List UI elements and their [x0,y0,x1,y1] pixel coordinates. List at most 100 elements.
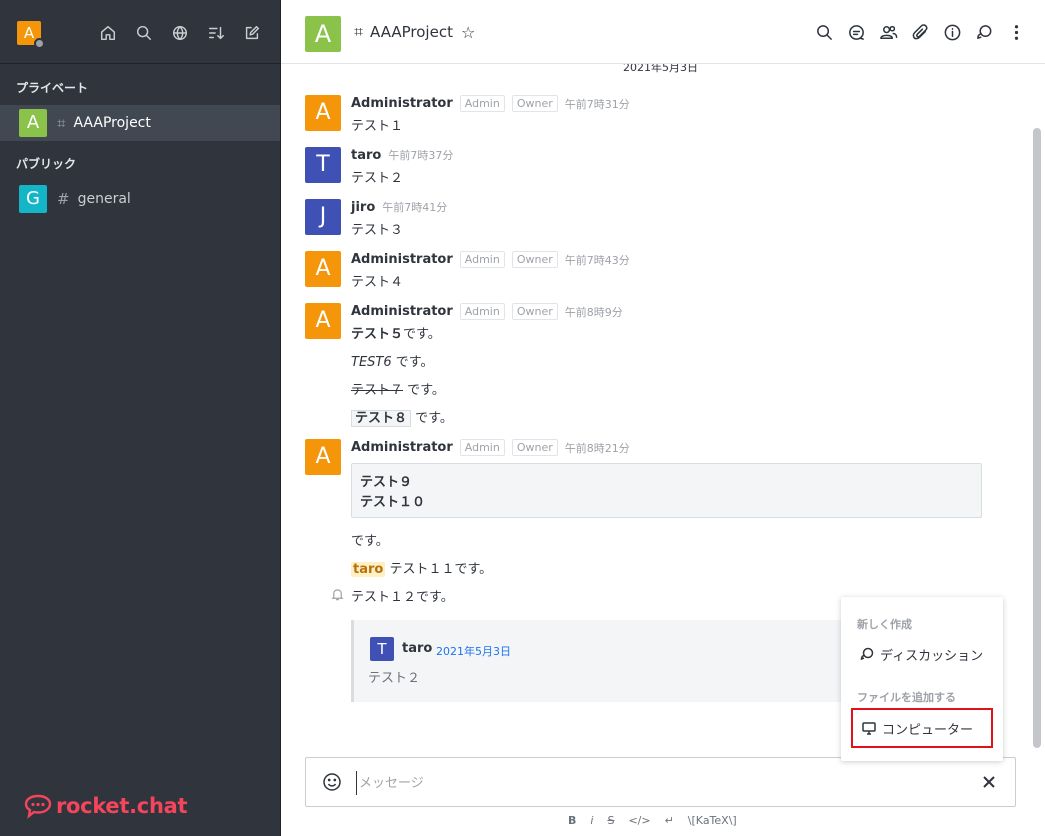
multiline-format-button[interactable]: ↵ [665,814,674,827]
sidebar-header: A [0,0,280,64]
message-timestamp: 午前7時37分 [388,149,454,162]
threads-icon[interactable] [846,21,867,43]
text-suffix: テスト１１です。 [385,562,493,577]
message-avatar[interactable]: A [305,95,341,131]
sort-icon[interactable] [204,21,228,45]
text-suffix: です。 [411,411,453,426]
code-line: テスト９ [360,475,413,490]
message-text: テスト１２です。 [351,590,454,605]
scrollbar-thumb[interactable] [1033,128,1041,748]
message-author[interactable]: Administrator [351,252,453,267]
message-header: Administrator Admin Owner 午前7時43分 [351,251,630,268]
favorite-star-icon[interactable]: ☆ [461,23,475,42]
kebab-menu-icon[interactable] [1006,21,1027,43]
message-text: テスト２ [351,171,404,186]
message-header: jiro 午前7時41分 [351,199,447,215]
message-timestamp: 午前8時21分 [564,441,630,455]
menu-item-discussion[interactable]: ディスカッション [851,634,983,674]
message-author[interactable]: Administrator [351,304,453,319]
message-timestamp: 午前7時41分 [382,201,448,214]
bold-format-button[interactable]: B [568,814,576,827]
italic-text: TEST6 [351,355,392,370]
message-author[interactable]: taro [351,148,381,163]
room-toolbar [814,21,1027,43]
italic-format-button[interactable]: i [590,814,593,827]
room-avatar: G [19,185,47,213]
sidebar-item-general[interactable]: G # general [0,181,280,217]
message-author[interactable]: jiro [351,200,375,215]
create-menu-popup: 新しく作成 ディスカッション ファイルを追加する コンピューター [841,597,1003,761]
user-avatar[interactable]: A [17,21,45,49]
role-badge: Admin [459,439,505,456]
directory-globe-icon[interactable] [168,21,192,45]
message-avatar[interactable]: J [305,199,341,235]
sidebar: A プライベート A ⌗ AAAProject パブリック G # genera… [0,0,281,836]
user-mention[interactable]: taro [351,562,386,577]
text-suffix: です。 [391,355,434,370]
menu-item-label: ディスカッション [880,648,984,664]
emoji-icon[interactable] [320,770,344,794]
code-format-button[interactable]: </> [628,814,650,827]
message-text: テスト４ [351,275,404,290]
close-icon[interactable] [979,772,999,792]
message-input[interactable] [356,771,936,795]
quote-date-link[interactable]: 2021年5月3日 [436,643,511,659]
strike-text: テスト７ [351,383,404,398]
message-author[interactable]: Administrator [351,96,453,111]
message-text-mention: taro テスト１１です。 [351,558,492,577]
home-icon[interactable] [96,21,120,45]
message-header: Administrator Admin Owner 午前7時31分 [351,95,630,112]
sidebar-toolbar [96,21,264,45]
message-header: Administrator Admin Owner 午前8時21分 [351,439,630,456]
katex-format-button[interactable]: \[KaTeX\] [688,814,737,827]
message-header: Administrator Admin Owner 午前8時9分 [351,303,623,320]
quoted-message[interactable]: T taro 2021年5月3日 テスト２ [351,620,851,702]
room-name: general [77,191,131,207]
sidebar-item-aaaproject[interactable]: A ⌗ AAAProject [0,105,280,141]
message-timestamp: 午前7時43分 [564,253,630,267]
discussion-icon [860,647,874,661]
quote-author: taro [402,641,433,656]
role-badge: Owner [511,95,558,112]
message-author[interactable]: Administrator [351,440,453,455]
search-icon[interactable] [814,21,835,43]
message-text-code: テスト８ です。 [351,407,453,427]
search-icon[interactable] [132,21,156,45]
message-avatar[interactable]: A [305,303,341,339]
message-text: テスト３ [351,223,404,238]
menu-item-computer[interactable]: コンピューター [851,708,993,748]
message-avatar[interactable]: T [305,147,341,183]
room-header-avatar[interactable]: A [305,16,341,52]
discussion-icon[interactable] [974,21,995,43]
message-text-italic: TEST6 です。 [351,351,433,370]
message-header: taro 午前7時37分 [351,147,453,163]
add-file-header: ファイルを追加する [857,691,956,704]
rocketchat-logo: rocket.chat [24,793,188,819]
public-section-label: パブリック [16,157,77,171]
room-header: A ⌗ AAAProject ☆ [281,0,1045,64]
formatting-toolbar: B i S </> ↵ \[KaTeX\] [568,814,737,827]
room-title-text: AAAProject [370,23,453,41]
room-title: ⌗ AAAProject ☆ [354,22,475,42]
notification-bell-icon [331,588,344,605]
message-composer [305,757,1016,807]
text-suffix: です。 [403,383,445,398]
private-channel-icon: ⌗ [57,114,66,132]
code-block: テスト９ テスト１０ [351,463,982,518]
create-new-icon[interactable] [240,21,264,45]
message-avatar[interactable]: A [305,251,341,287]
info-icon[interactable] [942,21,963,43]
text-suffix: です。 [403,327,441,342]
room-avatar: A [19,109,47,137]
logo-text: rocket.chat [56,794,188,818]
role-badge: Admin [459,95,505,112]
attachment-icon[interactable] [910,21,931,43]
quote-text: テスト２ [368,671,421,686]
role-badge: Admin [459,303,505,320]
strike-format-button[interactable]: S [607,814,614,827]
channel-hash-icon: # [57,190,70,208]
message-avatar[interactable]: A [305,439,341,475]
members-icon[interactable] [878,21,899,43]
room-name: AAAProject [73,115,151,131]
user-status-indicator [34,38,45,49]
